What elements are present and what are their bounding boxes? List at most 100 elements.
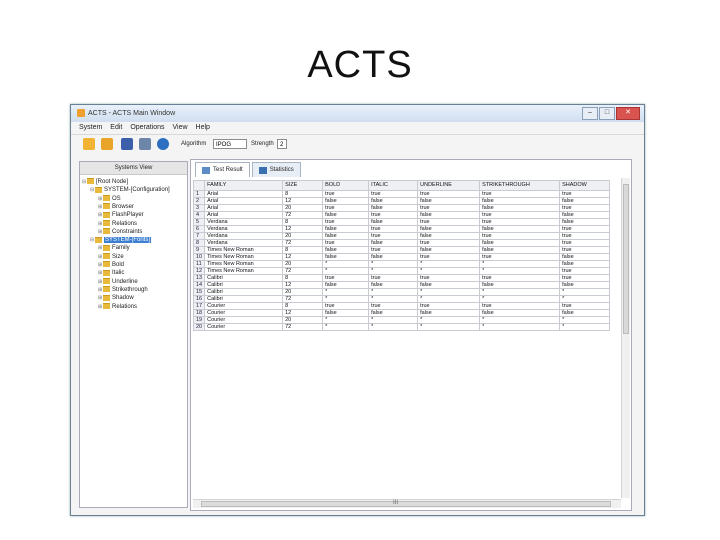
column-header[interactable]: UNDERLINE	[417, 180, 481, 191]
table-cell[interactable]: true	[368, 246, 419, 254]
table-cell[interactable]: Verdana	[204, 218, 284, 226]
table-cell[interactable]: *	[322, 316, 370, 324]
table-cell[interactable]: *	[368, 316, 419, 324]
table-row[interactable]: 15 Calibri 20 * * * * *	[192, 288, 611, 296]
algorithm-select[interactable]: IPOG	[213, 139, 247, 149]
table-cell[interactable]: false	[322, 253, 370, 261]
table-cell[interactable]: false	[559, 197, 611, 205]
table-row[interactable]: 1 Arial 8 true true true true true	[192, 190, 611, 198]
table-cell[interactable]: *	[479, 323, 561, 331]
table-cell[interactable]: true	[479, 218, 561, 226]
table-cell[interactable]: Arial	[204, 197, 284, 205]
table-cell[interactable]: *	[322, 295, 370, 303]
table-cell[interactable]: false	[559, 281, 611, 289]
menu-help[interactable]: Help	[196, 124, 210, 131]
tree-node[interactable]: ⊟ SYSTEM-[Fonts]	[90, 236, 152, 244]
table-cell[interactable]: Times New Roman	[204, 246, 284, 254]
row-number-cell[interactable]: 18	[192, 309, 206, 317]
table-cell[interactable]: false	[479, 225, 561, 233]
table-cell[interactable]: true	[417, 302, 481, 310]
menu-system[interactable]: System	[79, 124, 102, 131]
table-cell[interactable]: *	[417, 267, 481, 275]
table-cell[interactable]: Times New Roman	[204, 267, 284, 275]
table-row[interactable]: 2 Arial 12 false false false false false	[192, 197, 611, 205]
table-cell[interactable]: false	[368, 218, 419, 226]
table-cell[interactable]: false	[479, 246, 561, 254]
table-cell[interactable]: false	[368, 239, 419, 247]
table-cell[interactable]: false	[417, 309, 481, 317]
row-number-cell[interactable]: 9	[192, 246, 206, 254]
build-icon[interactable]	[139, 138, 151, 150]
table-cell[interactable]: false	[417, 281, 481, 289]
row-number-cell[interactable]: 5	[192, 218, 206, 226]
row-number-cell[interactable]: 13	[192, 274, 206, 282]
table-cell[interactable]: 12	[282, 309, 324, 317]
table-cell[interactable]: 72	[282, 295, 324, 303]
table-cell[interactable]: false	[559, 218, 611, 226]
table-cell[interactable]: false	[479, 281, 561, 289]
table-cell[interactable]: 72	[282, 211, 324, 219]
row-number-cell[interactable]: 15	[192, 288, 206, 296]
table-cell[interactable]: *	[322, 323, 370, 331]
table-cell[interactable]: true	[368, 211, 419, 219]
column-header[interactable]: BOLD	[322, 180, 370, 191]
save-icon[interactable]	[121, 138, 133, 150]
tree-node[interactable]: ⊞ Shadow	[98, 294, 134, 302]
horizontal-scrollbar[interactable]: III	[193, 499, 621, 508]
table-cell[interactable]: *	[417, 295, 481, 303]
table-cell[interactable]: false	[368, 204, 419, 212]
table-cell[interactable]: *	[559, 295, 611, 303]
table-cell[interactable]: true	[322, 239, 370, 247]
column-header[interactable]: SIZE	[282, 180, 324, 191]
table-cell[interactable]: 12	[282, 253, 324, 261]
row-number-cell[interactable]: 1	[192, 190, 206, 198]
table-row[interactable]: 14 Calibri 12 false false false false false	[192, 281, 611, 289]
table-cell[interactable]: 20	[282, 260, 324, 268]
minimize-button[interactable]: –	[582, 107, 598, 120]
column-header[interactable]: ITALIC	[368, 180, 419, 191]
table-cell[interactable]: false	[479, 197, 561, 205]
table-cell[interactable]: false	[417, 232, 481, 240]
table-cell[interactable]: 12	[282, 197, 324, 205]
window-titlebar[interactable]: ACTS - ACTS Main Window – □ ✕	[71, 105, 644, 122]
table-cell[interactable]: true	[559, 190, 611, 198]
table-cell[interactable]: true	[559, 267, 611, 275]
table-cell[interactable]: true	[559, 232, 611, 240]
table-cell[interactable]: Verdana	[204, 232, 284, 240]
tree-node[interactable]: ⊞ Bold	[98, 261, 124, 269]
help-icon[interactable]	[157, 138, 169, 150]
table-cell[interactable]: true	[479, 190, 561, 198]
table-cell[interactable]: false	[479, 204, 561, 212]
table-row[interactable]: 12 Times New Roman 72 * * * * true	[192, 267, 611, 275]
tree-node[interactable]: ⊟ SYSTEM-[Configuration]	[90, 186, 170, 194]
table-row[interactable]: 8 Verdana 72 true false true false true	[192, 239, 611, 247]
maximize-button[interactable]: □	[599, 107, 615, 120]
table-cell[interactable]: Arial	[204, 190, 284, 198]
tree-node[interactable]: ⊞ Relations	[98, 219, 137, 228]
open-icon[interactable]	[101, 138, 113, 150]
tree-node[interactable]: ⊟ [Root Node]	[82, 178, 128, 186]
tree-node[interactable]: ⊞ Underline	[98, 278, 138, 286]
table-cell[interactable]: *	[559, 288, 611, 296]
table-cell[interactable]: 8	[282, 274, 324, 282]
table-cell[interactable]: false	[559, 309, 611, 317]
table-cell[interactable]: false	[479, 309, 561, 317]
tree-node[interactable]: ⊞ Family	[98, 244, 130, 252]
row-number-cell[interactable]: 11	[192, 260, 206, 268]
table-row[interactable]: 11 Times New Roman 20 * * * * false	[192, 260, 611, 268]
row-number-cell[interactable]: 19	[192, 316, 206, 324]
row-number-cell[interactable]: 17	[192, 302, 206, 310]
tree-node[interactable]: ⊞ Relations	[98, 302, 137, 311]
table-cell[interactable]: true	[417, 190, 481, 198]
table-cell[interactable]: true	[479, 274, 561, 282]
table-cell[interactable]: false	[417, 197, 481, 205]
table-cell[interactable]: Calibri	[204, 281, 284, 289]
table-cell[interactable]: false	[322, 211, 370, 219]
table-cell[interactable]: true	[559, 246, 611, 254]
table-cell[interactable]: false	[322, 246, 370, 254]
strength-select[interactable]: 2	[277, 139, 287, 149]
table-cell[interactable]: true	[368, 190, 419, 198]
close-button[interactable]: ✕	[616, 107, 640, 120]
table-cell[interactable]: false	[368, 281, 419, 289]
table-cell[interactable]: *	[368, 260, 419, 268]
